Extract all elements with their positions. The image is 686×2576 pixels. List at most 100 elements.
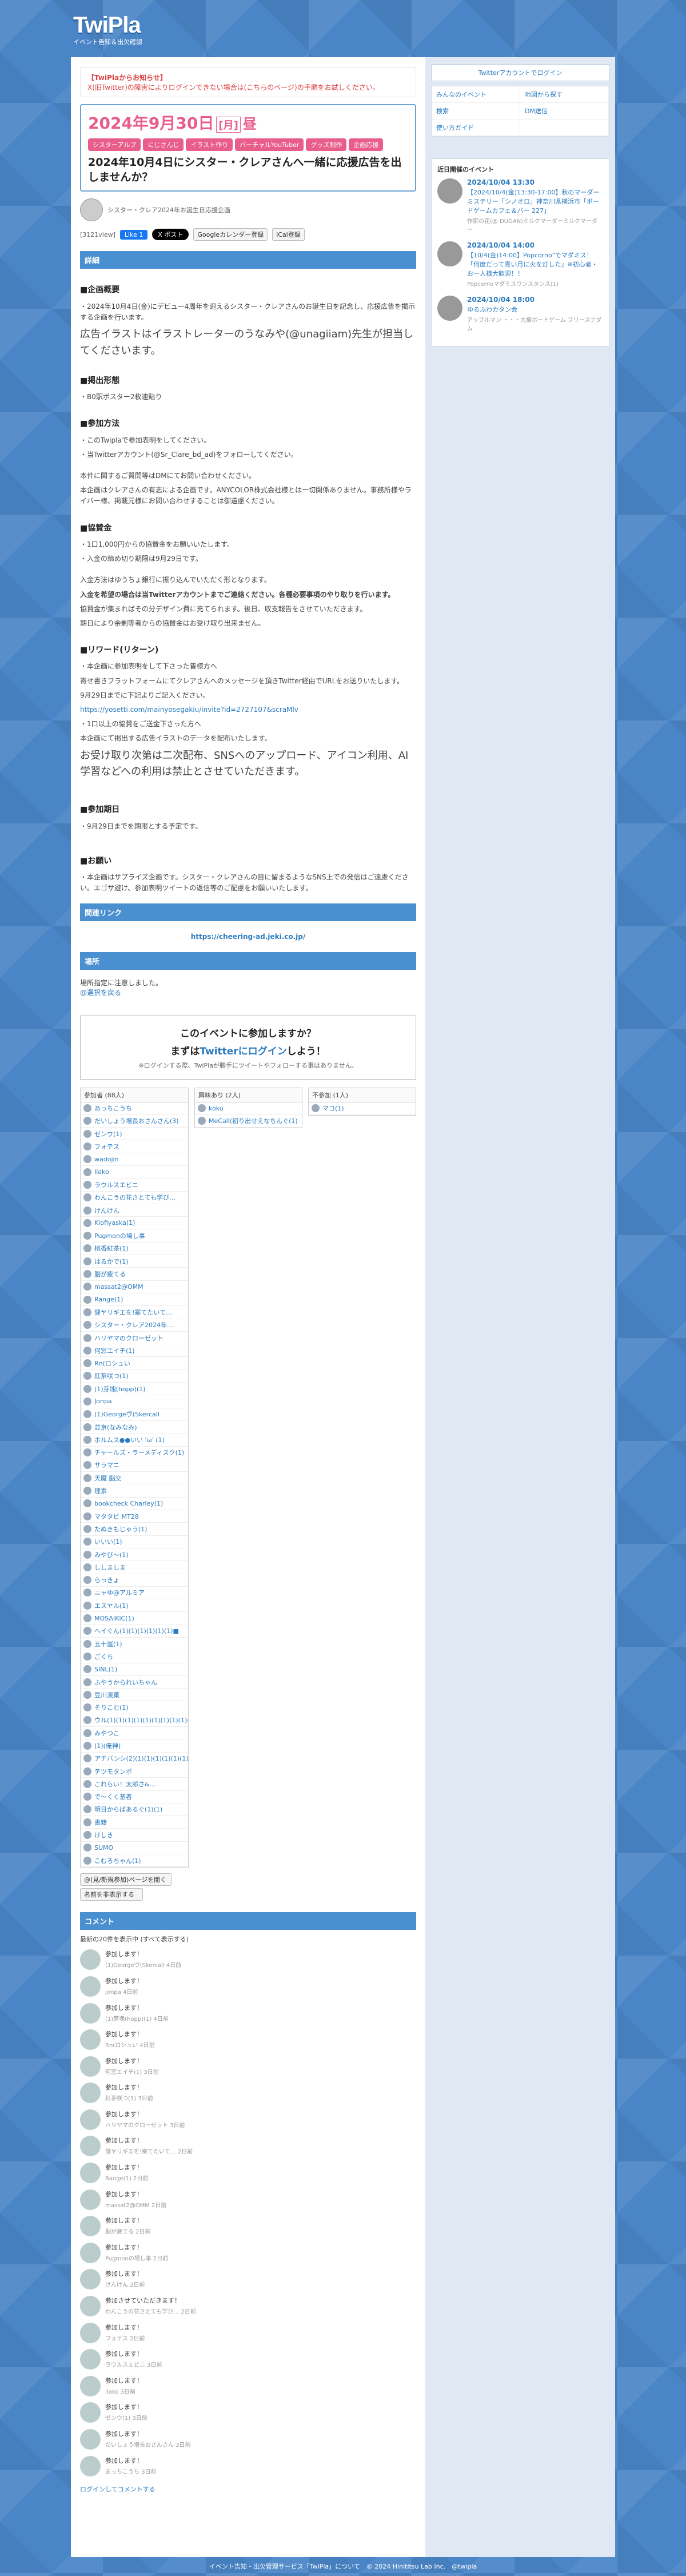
participant-name[interactable]: ニャゆ@アルミア <box>94 1588 145 1597</box>
comment-avatar[interactable] <box>80 2216 101 2237</box>
participant-item[interactable]: (1)Georgeヴ(Skercall <box>81 1408 188 1421</box>
participant-item[interactable]: 五十嵐(1) <box>81 1638 188 1651</box>
twitter-login-button[interactable]: Twitterアカウントでログイン <box>431 64 609 81</box>
participant-item[interactable]: ししましま <box>81 1561 188 1574</box>
menu-search[interactable]: 検索 <box>432 103 520 120</box>
participant-name[interactable]: アチバンシ(2)(1)(1)(1)(1)(1)(1)(1)(1)(1)(1) <box>94 1754 188 1763</box>
participant-item[interactable]: マタタビ MT28 <box>81 1510 188 1523</box>
participant-name[interactable]: MOSAIKIC(1) <box>94 1615 134 1622</box>
participant-name[interactable]: (1)Georgeヴ(Skercall <box>94 1410 159 1419</box>
comment-avatar[interactable] <box>80 2242 101 2263</box>
participant-item[interactable]: 桃香紅茶(1) <box>81 1243 188 1256</box>
participant-item[interactable]: 並京(なみなみ) <box>81 1421 188 1434</box>
participant-item[interactable]: (1)(俺神) <box>81 1739 188 1753</box>
participant-item[interactable]: エスヤル(1) <box>81 1599 188 1613</box>
participant-name[interactable]: SUMO <box>94 1844 113 1852</box>
participant-item[interactable]: テツモタンボ <box>81 1765 188 1778</box>
menu-everyone-events[interactable]: みんなのイベント <box>432 86 520 103</box>
participant-item[interactable]: 何窓エイチ(1) <box>81 1344 188 1357</box>
upcoming-title[interactable]: ゆるふわカタン会 <box>467 305 603 314</box>
participant-name[interactable]: だいしょう増長おさんさん(3) <box>94 1116 179 1125</box>
participant-name[interactable]: ハリヤマのクローゼット <box>94 1333 163 1343</box>
participant-name[interactable]: チャールズ・ラーメディスク(1) <box>94 1448 184 1457</box>
participant-item[interactable]: 紅茶咲つ(1) <box>81 1370 188 1383</box>
participant-item[interactable]: bookcheck Charley(1) <box>81 1498 188 1511</box>
participant-item[interactable]: 脳が疲てる <box>81 1268 188 1281</box>
participant-name[interactable]: (1)(俺神) <box>94 1741 121 1750</box>
participant-item[interactable]: (1)芽塊(hopp)(1) <box>81 1383 188 1396</box>
participant-name[interactable]: そりこむ(1) <box>94 1703 129 1712</box>
participant-item[interactable]: みやび〜(1) <box>81 1548 188 1562</box>
participant-name[interactable]: テツモタンボ <box>94 1767 132 1776</box>
participant-name[interactable]: (1)芽塊(hopp)(1) <box>94 1384 145 1393</box>
participant-name[interactable]: みやび〜(1) <box>94 1550 129 1559</box>
upcoming-title[interactable]: 【2024/10/4(金)13:30-17:00】秋のマーダーミステリー「シノオ… <box>467 188 603 215</box>
participant-name[interactable]: 桃香紅茶(1) <box>94 1244 129 1253</box>
comment-avatar[interactable] <box>80 1949 101 1970</box>
upcoming-title[interactable]: 【10/4(金)14:00】Popcorno"でマダミス！「何度だって青い月に火… <box>467 250 603 278</box>
participant-name[interactable]: たぬきもじゃう(1) <box>94 1524 147 1534</box>
participant-item[interactable]: シスター・クレア2024年… <box>81 1319 188 1332</box>
participant-name[interactable]: これらい！太郎さ&... <box>94 1779 155 1789</box>
menu-map-search[interactable]: 地図から探す <box>520 86 609 103</box>
yosetti-link[interactable]: https://yosetti.com/mainyosegakiu/invite… <box>80 704 416 715</box>
participant-name[interactable]: あっちこうち <box>94 1104 132 1113</box>
comments-summary[interactable]: 最新の20件を表示中 (すべて表示する) <box>80 1934 416 1944</box>
participant-name[interactable]: シスター・クレア2024年… <box>94 1320 173 1329</box>
participant-name[interactable]: マコ(1) <box>322 1104 344 1113</box>
comment-avatar[interactable] <box>80 2322 101 2343</box>
event-tag[interactable]: 企画応援 <box>349 138 384 151</box>
participant-name[interactable]: ラウルスエビニ <box>94 1180 138 1189</box>
participant-item[interactable]: Rn(ロシュい <box>81 1357 188 1370</box>
participant-name[interactable]: 天魔 脳交 <box>94 1474 122 1483</box>
participant-name[interactable]: koku <box>209 1105 224 1112</box>
participant-item[interactable]: 天魔 脳交 <box>81 1472 188 1485</box>
upcoming-item[interactable]: 2024/10/04 14:00 【10/4(金)14:00】Popcorno"で… <box>437 241 603 288</box>
comment-avatar[interactable] <box>80 2349 101 2370</box>
participant-name[interactable]: SINL(1) <box>94 1666 117 1673</box>
participant-item[interactable]: Range(1) <box>81 1293 188 1307</box>
participant-item[interactable]: あっちこうち <box>81 1102 188 1115</box>
participant-name[interactable]: massat2@OMM <box>94 1283 143 1291</box>
participant-item[interactable]: だいしょう増長おさんさん(3) <box>81 1115 188 1128</box>
participant-item[interactable]: わんこうの花さとても学び… <box>81 1192 188 1204</box>
comment-login-link[interactable]: ログインしてコメントする <box>80 2485 416 2494</box>
ical-button[interactable]: iCal登録 <box>272 228 305 241</box>
participant-item[interactable]: いいい(1) <box>81 1536 188 1548</box>
participant-name[interactable]: わんこうの花さとても学び… <box>94 1193 176 1202</box>
event-tag[interactable]: グッズ制作 <box>306 138 347 151</box>
participant-item[interactable]: 明日からばあるぐ(1)(1) <box>81 1803 188 1817</box>
logo-text[interactable]: TwiPla <box>73 13 142 38</box>
participant-name[interactable]: 紅茶咲つ(1) <box>94 1371 129 1380</box>
hide-names-button[interactable]: 名前を非表示する <box>80 1888 143 1901</box>
participant-name[interactable]: みやつこ <box>94 1729 119 1738</box>
participant-item[interactable]: 書籍 <box>81 1816 188 1829</box>
participant-item[interactable]: koku <box>195 1102 302 1115</box>
participant-name[interactable]: Pugmonの場し事 <box>94 1231 145 1240</box>
related-url[interactable]: https://cheering-ad.jeki.co.jp/ <box>191 933 306 941</box>
event-tag[interactable]: シスターアルプ <box>88 138 141 151</box>
notice-body[interactable]: X(旧Twitter)の障害によりログインできない場合は(こちらのページ)の手順… <box>87 82 409 92</box>
place-link[interactable]: @選択を戻る <box>80 988 416 997</box>
comment-avatar[interactable] <box>80 2455 101 2477</box>
comment-avatar[interactable] <box>80 1976 101 1997</box>
participant-item[interactable]: Kiofiyaska(1) <box>81 1217 188 1230</box>
comment-avatar[interactable] <box>80 2109 101 2130</box>
participant-item[interactable]: で〜くく基者 <box>81 1791 188 1803</box>
participant-item[interactable]: サラマニ <box>81 1459 188 1472</box>
participant-name[interactable]: いいい(1) <box>94 1537 122 1546</box>
participant-name[interactable]: 明日からばあるぐ(1)(1) <box>94 1805 162 1814</box>
participant-name[interactable]: ホルムス●●いい 'ω' (1) <box>94 1435 165 1444</box>
comment-avatar[interactable] <box>80 2136 101 2157</box>
participant-item[interactable]: フォテス <box>81 1140 188 1153</box>
participant-name[interactable]: ウル(1)(1)(1)(1)(1)(1)(1)(1)(1)(1)(1)(1)(1… <box>94 1715 188 1725</box>
comment-avatar[interactable] <box>80 2083 101 2104</box>
x-post-button[interactable]: X ポスト <box>152 229 189 241</box>
participant-item[interactable]: チャールズ・ラーメディスク(1) <box>81 1447 188 1459</box>
participant-name[interactable]: ゼンウ(1) <box>94 1129 122 1138</box>
participant-name[interactable]: 並京(なみなみ) <box>94 1423 137 1432</box>
participant-name[interactable]: はるかで(1) <box>94 1257 129 1266</box>
comment-avatar[interactable] <box>80 2029 101 2051</box>
comment-avatar[interactable] <box>80 2056 101 2077</box>
participant-name[interactable]: 五十嵐(1) <box>94 1639 122 1649</box>
